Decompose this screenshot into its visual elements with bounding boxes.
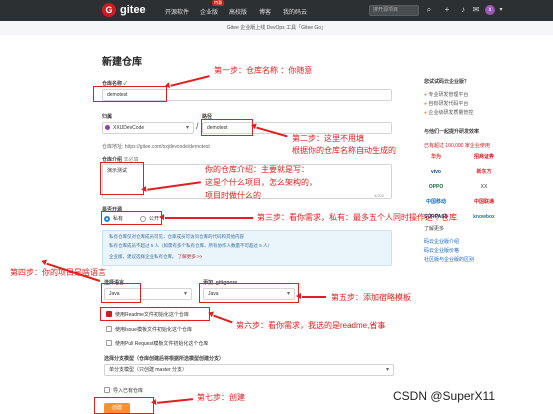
branch-model-label: 选择分支模型（仓库创建后将根据所选模型创建分支） — [104, 356, 225, 362]
search-icon[interactable]: ⌕ — [424, 5, 434, 15]
pr-template-label[interactable]: 使用Pull Request模板文件初始化这个仓库 — [115, 340, 208, 347]
annotation-desc-c: 项目时做什么的 — [205, 191, 261, 200]
check-icon: ● — [424, 110, 428, 116]
private-note-1: 私有仓库仅对仓库成员可见，仓库成员可访问仓库的代码和其他内容 — [109, 234, 244, 239]
sidebar-link-intro[interactable]: 码云企业版介绍 — [424, 238, 459, 245]
annotation-box-create — [94, 397, 154, 414]
nav-link-university[interactable]: 高校版 — [229, 7, 247, 16]
logo-oppo: OPPO — [428, 184, 444, 190]
owner-label: 归属 — [102, 114, 113, 120]
banner-text[interactable]: Gitee 企业版上线 DevOps 工具「Gitee Go」 — [227, 25, 326, 31]
issue-template-checkbox[interactable] — [106, 326, 112, 332]
logo-xx: XX — [480, 184, 488, 190]
annotation-arrow — [159, 214, 253, 220]
nav-link-blog[interactable]: 博客 — [259, 7, 271, 16]
annotation-arrow — [296, 293, 326, 299]
search-input[interactable]: 搜开源项目 — [369, 5, 419, 16]
repo-address: 仓库地址: https://gitee.com/xxjdevcode/demot… — [102, 144, 210, 150]
logo-huawei: 华为 — [430, 154, 441, 160]
sidebar-learn-more: 了解更多 — [424, 226, 445, 232]
nav-link-my-gitee[interactable]: 我的码云 — [283, 7, 307, 16]
private-note-box: 私有仓库仅对仓库成员可见，仓库成员可访问仓库的代码和其他内容 私有仓库成员不超过… — [102, 230, 392, 266]
sidebar-customers: 已有超过 100,000 家企业使用 — [424, 143, 490, 149]
private-note-3: 企业版，建议选择企业私有仓库。 了解更多 >> — [109, 254, 203, 259]
chevron-down-icon[interactable]: ▾ — [496, 5, 506, 15]
annotation-box-repo-name — [93, 86, 167, 102]
page-title: 新建仓库 — [102, 57, 142, 68]
bell-icon[interactable]: ♪ — [458, 5, 468, 15]
annotation-step2a: 第二步：这里不用填 — [292, 134, 364, 143]
import-checkbox[interactable] — [104, 387, 110, 393]
watermark: CSDN @SuperX11 — [393, 389, 495, 403]
nav-link-enterprise[interactable]: 企业版 — [200, 7, 218, 16]
logo-xdf: 新东方 — [476, 169, 492, 175]
logo-china-unicom: 中国联通 — [473, 199, 494, 205]
desc-char-count: 4/200 — [374, 193, 385, 198]
message-icon[interactable]: ✉ — [471, 5, 481, 15]
annotation-desc-a: 你的仓库介绍：主要就是写： — [205, 165, 309, 174]
annotation-arrow — [170, 75, 210, 87]
announcement-banner[interactable]: Gitee 企业版上线 DevOps 工具「Gitee Go」 — [0, 21, 553, 35]
annotation-arrow — [213, 314, 233, 323]
path-slash: / — [196, 121, 199, 131]
import-label[interactable]: 导入已有仓库 — [113, 387, 143, 394]
annotation-arrow — [157, 398, 193, 404]
promo-badge: 特惠 — [212, 0, 224, 6]
logo-knowbox: knowbox — [473, 214, 495, 220]
learn-more-link[interactable]: 了解更多 >> — [178, 254, 203, 259]
annotation-box-readme — [100, 307, 210, 321]
annotation-box-visibility — [101, 211, 162, 225]
annotation-step7: 第七步：创建 — [197, 393, 245, 402]
owner-value: XXUDevCode — [113, 125, 145, 131]
logo-vivo: vivo — [430, 169, 441, 175]
gitee-logo-icon[interactable]: G — [102, 3, 116, 17]
annotation-box-desc — [100, 162, 144, 195]
brand-name[interactable]: gitee — [120, 4, 146, 16]
add-icon[interactable]: + — [442, 5, 452, 15]
sidebar-point-2: ● 自有研发代码平台 — [424, 101, 469, 107]
pr-template-checkbox[interactable] — [106, 340, 112, 346]
annotation-box-path — [201, 119, 253, 136]
logo-cms: 招商证券 — [473, 154, 494, 160]
annotation-box-language — [101, 283, 141, 303]
owner-avatar-icon — [105, 125, 110, 130]
private-note-2: 私有仓库成员不超过 5 人（如需有多个私有仓库，所有协作人数量不可超过 5 人） — [109, 243, 273, 248]
logo-surpass: SURPASS — [424, 214, 448, 220]
sidebar-link-price[interactable]: 码云企业版价格 — [424, 247, 459, 254]
check-icon: ● — [424, 101, 428, 107]
check-icon: ● — [424, 92, 428, 98]
annotation-box-gitignore — [199, 283, 299, 303]
owner-select[interactable]: XXUDevCode — [102, 122, 194, 134]
nav-link-open-source[interactable]: 开源软件 — [165, 7, 189, 16]
sidebar-link-diff[interactable]: 社区版与企业版的区别 — [424, 256, 474, 263]
annotation-step6: 第六步：看你需求，我选的是readme,省事 — [236, 321, 386, 330]
logo-china-mobile: 中国移动 — [425, 199, 446, 205]
sidebar-logos-title: 与他们一起提升研发效率 — [424, 129, 480, 135]
annotation-step1: 第一步：仓库名称 ：你随意 — [214, 66, 313, 75]
sidebar-point-3: ● 企业级研发质量管控 — [424, 110, 474, 116]
annotation-desc-b: 这是个什么项目，怎么架构的， — [205, 178, 317, 187]
sidebar-point-1: ● 专业研发管理平台 — [424, 92, 469, 98]
annotation-step4: 第四步：你的项目是啥语言 — [10, 268, 106, 277]
issue-template-label[interactable]: 使用Issue模板文件初始化这个仓库 — [115, 326, 192, 333]
branch-model-select[interactable]: 单分支模型（只创建 master 分支） — [104, 364, 394, 376]
annotation-step5: 第五步：添加宿略模板 — [331, 293, 411, 302]
top-nav: G gitee 开源软件 企业版 特惠 高校版 博客 我的码云 搜开源项目 ⌕ … — [0, 0, 553, 21]
annotation-step2b: 根据你的仓库名称自动生成的 — [292, 146, 396, 155]
avatar[interactable]: x — [485, 5, 495, 15]
sidebar-question: 您试试码云企业版？ — [424, 79, 470, 85]
